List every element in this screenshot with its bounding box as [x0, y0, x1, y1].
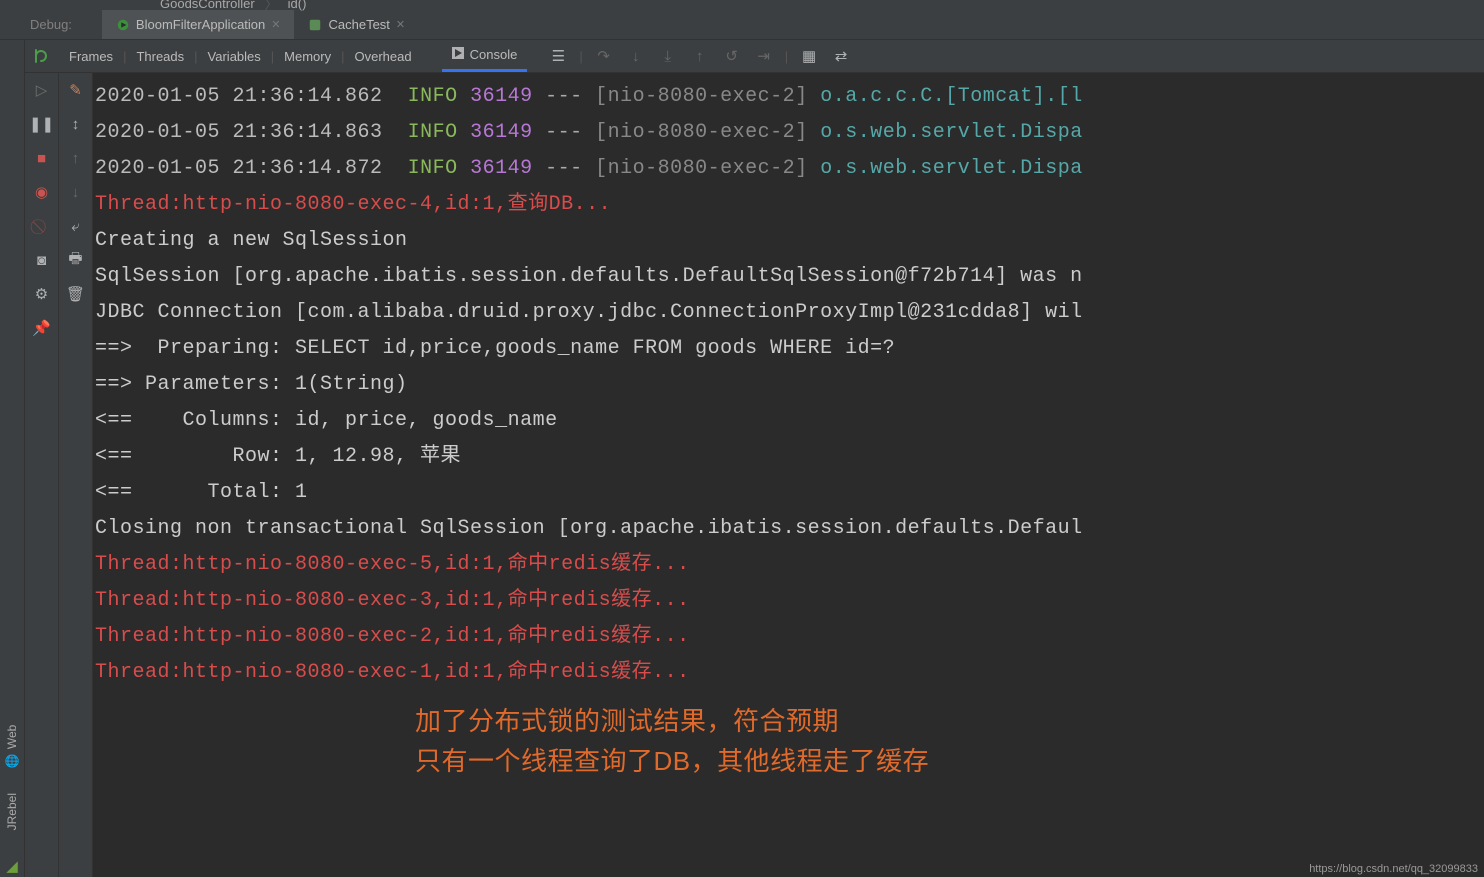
debug-vtoolbar: ▷ ❚❚ ■ ◉ ⃠ ◙ ⚙ 📌	[25, 73, 59, 877]
mute-breakpoints-icon[interactable]: ⃠	[31, 215, 53, 237]
console-play-icon	[452, 47, 464, 62]
breadcrumb-item[interactable]: id()	[288, 0, 307, 11]
soft-wrap-icon[interactable]: ⤶	[65, 215, 87, 237]
side-tab-web[interactable]: 🌐Web	[5, 725, 19, 768]
breadcrumb: GoodsController 〉 id()	[0, 0, 1484, 10]
tab-memory[interactable]: Memory	[274, 40, 341, 72]
breadcrumb-item[interactable]: GoodsController	[160, 0, 255, 11]
debug-bar: Debug: BloomFilterApplication ✕ CacheTes…	[0, 10, 1484, 40]
rerun-icon[interactable]	[29, 45, 51, 67]
drop-frame-icon[interactable]: ↺	[721, 45, 743, 67]
gear-icon[interactable]: ⚙	[31, 283, 53, 305]
tab-variables[interactable]: Variables	[198, 40, 271, 72]
run-config-icon	[308, 18, 322, 32]
watermark: https://blog.csdn.net/qq_32099833	[1309, 863, 1478, 875]
camera-icon[interactable]: ◙	[31, 249, 53, 271]
trash-icon[interactable]: 🗑	[65, 283, 87, 305]
log-line: <== Row: 1, 12.98, 苹果	[95, 445, 461, 468]
debug-tab-cachetest[interactable]: CacheTest ✕	[294, 10, 419, 39]
settings-toggle-icon[interactable]: ⇄	[830, 45, 852, 67]
log-line: ==> Parameters: 1(String)	[95, 373, 408, 396]
jrebel-icon[interactable]: ◢	[1, 855, 23, 877]
tab-overhead[interactable]: Overhead	[345, 40, 422, 72]
tab-console[interactable]: Console	[442, 40, 528, 72]
view-breakpoints-icon[interactable]: ◉	[31, 181, 53, 203]
log-line: ==> Preparing: SELECT id,price,goods_nam…	[95, 337, 895, 360]
web-icon: 🌐	[5, 753, 19, 768]
step-out-icon[interactable]: ↑	[689, 45, 711, 67]
evaluate-icon[interactable]: ▦	[798, 45, 820, 67]
left-tool-strip: 🌐Web JRebel ◢	[0, 40, 25, 877]
pin-icon[interactable]: 📌	[31, 317, 53, 339]
debug-label: Debug:	[30, 17, 72, 32]
side-tab-jrebel[interactable]: JRebel	[5, 793, 19, 830]
step-into-icon[interactable]: ↓	[625, 45, 647, 67]
tab-threads[interactable]: Threads	[126, 40, 194, 72]
up-icon[interactable]: ↑	[65, 147, 87, 169]
stop-icon[interactable]: ■	[31, 147, 53, 169]
log-line: SqlSession [org.apache.ibatis.session.de…	[95, 265, 1083, 288]
annotation-overlay: 加了分布式锁的测试结果，符合预期 只有一个线程查询了DB，其他线程走了缓存	[95, 691, 1482, 781]
resume-icon[interactable]: ▷	[31, 79, 53, 101]
log-line: JDBC Connection [com.alibaba.druid.proxy…	[95, 301, 1083, 324]
pause-icon[interactable]: ❚❚	[31, 113, 53, 135]
debug-tab-label: BloomFilterApplication	[136, 17, 265, 32]
log-line: Thread:http-nio-8080-exec-2,id:1,命中redis…	[95, 625, 690, 648]
print-icon[interactable]: 🖶	[65, 249, 87, 271]
run-config-icon	[116, 18, 130, 32]
log-line: Closing non transactional SqlSession [or…	[95, 517, 1083, 540]
edit-icon[interactable]: ✎	[65, 79, 87, 101]
debug-tab-label: CacheTest	[328, 17, 389, 32]
tab-frames[interactable]: Frames	[59, 40, 123, 72]
debug-tab-bloomfilter[interactable]: BloomFilterApplication ✕	[102, 10, 295, 39]
log-line: <== Total: 1	[95, 481, 308, 504]
log-line: Thread:http-nio-8080-exec-4,id:1,查询DB...	[95, 193, 611, 216]
log-line: <== Columns: id, price, goods_name	[95, 409, 558, 432]
console-output[interactable]: 2020-01-05 21:36:14.862 INFO 36149 --- […	[93, 73, 1484, 877]
log-line: Creating a new SqlSession	[95, 229, 408, 252]
filter-icon[interactable]: ☰	[547, 45, 569, 67]
log-line: Thread:http-nio-8080-exec-1,id:1,命中redis…	[95, 661, 690, 684]
console-vtoolbar: ✎ ↕ ↑ ↓ ⤶ 🖶 🗑	[59, 73, 93, 877]
down-icon[interactable]: ↓	[65, 181, 87, 203]
close-icon[interactable]: ✕	[271, 18, 280, 31]
log-line: Thread:http-nio-8080-exec-5,id:1,命中redis…	[95, 553, 690, 576]
force-step-into-icon[interactable]: ⤓	[657, 45, 679, 67]
step-over-icon[interactable]: ↷	[593, 45, 615, 67]
run-to-cursor-icon[interactable]: ⇥	[753, 45, 775, 67]
sort-icon[interactable]: ↕	[65, 113, 87, 135]
debug-tool-tabs: Frames | Threads | Variables | Memory | …	[25, 40, 1484, 73]
close-icon[interactable]: ✕	[396, 18, 405, 31]
log-line: Thread:http-nio-8080-exec-3,id:1,命中redis…	[95, 589, 690, 612]
